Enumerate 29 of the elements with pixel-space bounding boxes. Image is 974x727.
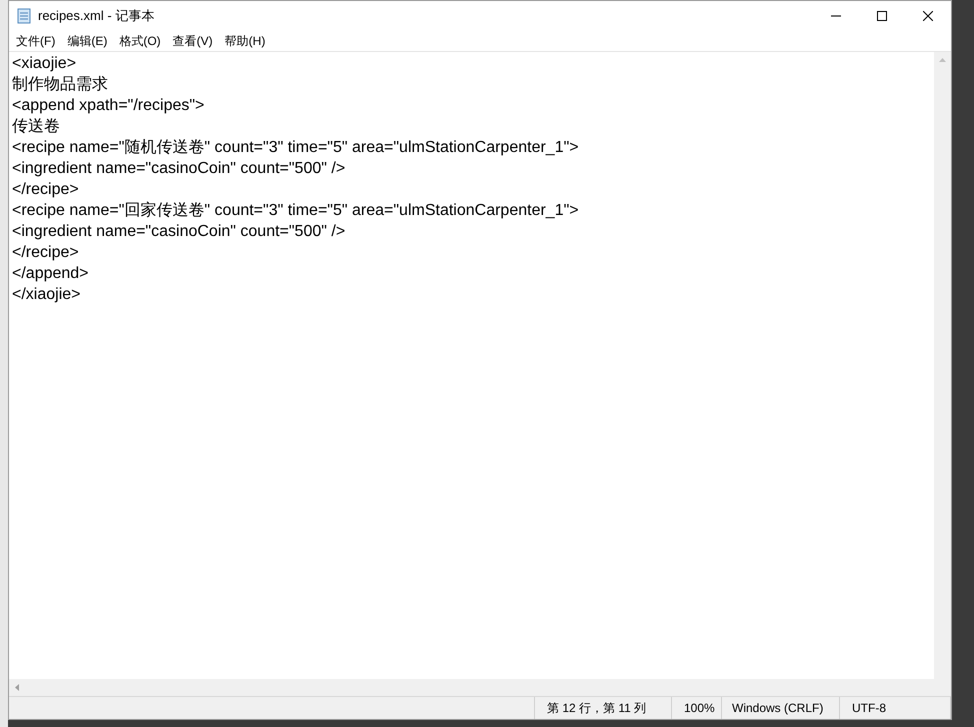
text-line: <recipe name="回家传送卷" count="3" time="5" area="ulmStationCarpenter_1"> bbox=[12, 200, 579, 221]
horizontal-scrollbar[interactable] bbox=[9, 679, 934, 696]
cursor-position: 第 12 行，第 11 列 bbox=[535, 697, 672, 719]
text-line: </append> bbox=[12, 264, 89, 284]
menu-item[interactable]: 查看(V) bbox=[166, 32, 219, 50]
text-line: <ingredient name="casinoCoin" count="500" /> bbox=[12, 159, 346, 179]
menu-item[interactable]: 帮助(H) bbox=[218, 32, 272, 50]
text-line: </recipe> bbox=[12, 243, 79, 263]
text-line: <recipe name="随机传送卷" count="3" time="5" area="ulmStationCarpenter_1"> bbox=[12, 138, 579, 158]
line-ending: Windows (CRLF) bbox=[722, 697, 840, 719]
zoom-level: 100% bbox=[672, 697, 722, 719]
text-line: <xiaojie> bbox=[12, 54, 76, 74]
menu-item[interactable]: 文件(F) bbox=[10, 32, 62, 50]
window-title: recipes.xml - 记事本 bbox=[38, 7, 154, 26]
text-line: </xiaojie> bbox=[12, 285, 80, 305]
text-line: 制作物品需求 bbox=[12, 74, 108, 95]
menu-item[interactable]: 编辑(E) bbox=[61, 32, 114, 50]
text-line: 传送卷 bbox=[12, 117, 60, 137]
menu-item[interactable]: 格式(O) bbox=[113, 32, 167, 50]
scroll-up-icon[interactable] bbox=[939, 58, 946, 62]
text-line: </recipe> bbox=[12, 180, 79, 200]
maximize-icon bbox=[877, 11, 887, 21]
notepad-icon bbox=[17, 8, 31, 24]
vertical-scrollbar[interactable] bbox=[934, 52, 951, 679]
scroll-left-icon[interactable] bbox=[15, 684, 19, 691]
close-icon bbox=[923, 11, 933, 21]
encoding: UTF-8 bbox=[840, 697, 951, 719]
text-line: <append xpath="/recipes"> bbox=[12, 96, 204, 116]
text-line: <ingredient name="casinoCoin" count="500" /> bbox=[12, 222, 346, 242]
